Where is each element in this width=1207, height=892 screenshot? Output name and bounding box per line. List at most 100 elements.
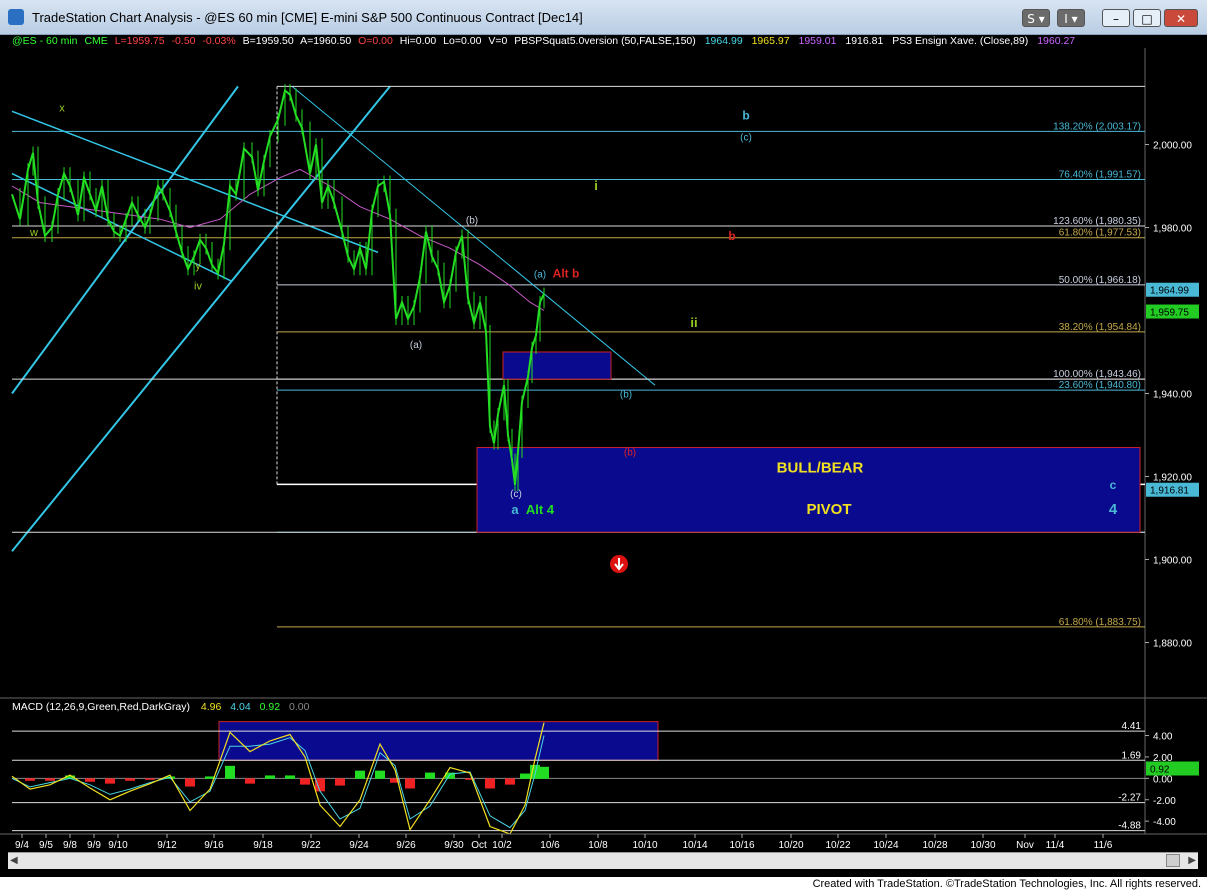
macd-histogram-bar — [285, 775, 295, 779]
scroll-thumb[interactable] — [1166, 854, 1180, 867]
wave-label: (a) — [410, 340, 422, 351]
wave-label: y — [195, 260, 201, 272]
macd-signal-value: 4.04 — [230, 701, 251, 713]
indicator-params: (50,FALSE,150) — [621, 35, 696, 47]
x-tick-label: 9/30 — [444, 840, 464, 851]
y-tick-label: 1,900.00 — [1153, 555, 1192, 566]
low-price: Lo=0.00 — [443, 35, 481, 47]
macd-histogram-bar — [425, 772, 435, 779]
scroll-right-icon[interactable]: ▶ — [1188, 855, 1196, 866]
macd-histogram-bar — [85, 778, 95, 782]
wave-label: Alt 4 — [526, 502, 555, 517]
horizontal-scrollbar[interactable]: ◀ ▶ — [8, 852, 1198, 869]
macd-histogram-bar — [539, 766, 549, 779]
x-tick-label: 10/20 — [778, 840, 803, 851]
close-button[interactable]: ✕ — [1164, 9, 1198, 27]
macd-box — [218, 721, 659, 761]
minimize-button[interactable]: – — [1102, 9, 1130, 27]
macd-value: 4.96 — [201, 701, 222, 713]
maximize-button[interactable]: □ — [1133, 9, 1161, 27]
window-titlebar: TradeStation Chart Analysis - @ES 60 min… — [0, 0, 1207, 35]
macd-zero-value: 0.00 — [289, 701, 310, 713]
wave-label: iv — [194, 281, 202, 293]
wave-label: Alt b — [553, 266, 580, 280]
scroll-left-icon[interactable]: ◀ — [10, 855, 18, 866]
target-box — [502, 351, 612, 380]
indicator-link-label: I — [1064, 12, 1068, 26]
macd-histogram-bar — [265, 775, 275, 779]
price-tag-label: 1,916.81 — [1150, 486, 1189, 497]
wave-label: (b) — [620, 390, 632, 401]
price-tag-label: 1,959.75 — [1150, 308, 1189, 319]
x-tick-label: 10/10 — [632, 840, 657, 851]
macd-y-tick-label: 4.00 — [1153, 732, 1173, 743]
wave-label: i — [594, 178, 598, 193]
wave-label: (b) — [466, 215, 478, 226]
window-title: TradeStation Chart Analysis - @ES 60 min… — [32, 10, 583, 25]
x-tick-label: 10/22 — [825, 840, 850, 851]
x-tick-label: 9/12 — [157, 840, 177, 851]
x-tick-label: 11/4 — [1046, 840, 1065, 851]
macd-histogram-bar — [125, 778, 135, 781]
x-tick-label: 9/18 — [253, 840, 273, 851]
wave-label: BULL/BEAR — [777, 459, 864, 476]
down-arrow-icon — [610, 555, 628, 573]
indicator-link-button[interactable]: I ▾ — [1057, 9, 1085, 27]
macd-histogram-bar — [185, 778, 195, 787]
wave-label: c — [1110, 478, 1117, 492]
macd-histogram-bar — [375, 770, 385, 779]
indicator-name: PBSPSquat5.0version — [514, 35, 618, 47]
bid-price: B=1959.50 — [243, 35, 294, 47]
macd-value-tag-label: 0.92 — [1150, 765, 1170, 776]
indicator2-params: (Close,89) — [980, 35, 1028, 47]
fib-label: 38.20% (1,954.84) — [1059, 322, 1141, 333]
x-tick-label: 10/24 — [873, 840, 898, 851]
x-tick-label: 9/16 — [204, 840, 224, 851]
wave-label: (a) — [534, 269, 546, 280]
wave-label: a — [511, 502, 519, 517]
wave-label: w — [29, 227, 38, 239]
y-tick-label: 1,940.00 — [1153, 389, 1192, 400]
y-tick-label: 2,000.00 — [1153, 140, 1192, 151]
x-tick-label: 9/4 — [15, 840, 29, 851]
fib-label: 61.80% (1,883.75) — [1059, 617, 1141, 628]
status-bar: Created with TradeStation. ©TradeStation… — [0, 877, 1207, 892]
indicator2-name: PS3 Ensign Xave. — [892, 35, 977, 47]
x-tick-label: 9/26 — [396, 840, 416, 851]
x-tick-label: 9/5 — [39, 840, 53, 851]
drawing-objects — [11, 85, 1145, 552]
exchange-label: CME — [84, 35, 107, 47]
macd-histogram-bar — [145, 778, 155, 780]
macd-histogram-bar — [405, 778, 415, 789]
macd-histogram-bar — [485, 778, 495, 789]
volume: V=0 — [488, 35, 507, 47]
fib-label: 76.40% (1,991.57) — [1059, 169, 1141, 180]
open-price: O=0.00 — [358, 35, 393, 47]
x-tick-label: 9/8 — [63, 840, 77, 851]
trend-channel-line — [11, 85, 391, 552]
x-tick-label: 10/30 — [970, 840, 995, 851]
net-change: -0.50 — [172, 35, 196, 47]
macd-y-tick-label: 0.00 — [1153, 774, 1173, 785]
symbol-link-button[interactable]: S ▾ — [1022, 9, 1050, 27]
x-tick-label: 10/6 — [540, 840, 560, 851]
x-tick-label: Oct — [471, 840, 487, 851]
chart-area[interactable]: @ES - 60 min CME L=1959.75 -0.50 -0.03% … — [0, 34, 1207, 852]
fib-label: 123.60% (1,980.35) — [1053, 216, 1141, 227]
symbol-label: @ES - 60 min — [12, 35, 78, 47]
x-tick-label: 11/6 — [1094, 840, 1113, 851]
app-icon — [8, 9, 24, 25]
wave-label: 4 — [1109, 501, 1118, 518]
macd-histogram-bar — [245, 778, 255, 784]
fib-label: 100.00% (1,943.46) — [1053, 369, 1141, 380]
y-tick-label: 1,920.00 — [1153, 472, 1192, 483]
macd-histogram-bar — [45, 778, 55, 781]
indicator2-value: 1960.27 — [1037, 35, 1075, 47]
x-tick-label: 9/22 — [301, 840, 321, 851]
x-tick-label: 10/2 — [492, 840, 512, 851]
indicator-value-1: 1964.99 — [705, 35, 743, 47]
price-line — [11, 88, 545, 485]
x-tick-label: 10/14 — [682, 840, 707, 851]
y-tick-label: 1,880.00 — [1153, 638, 1192, 649]
fib-label: 23.60% (1,940.80) — [1059, 380, 1141, 391]
